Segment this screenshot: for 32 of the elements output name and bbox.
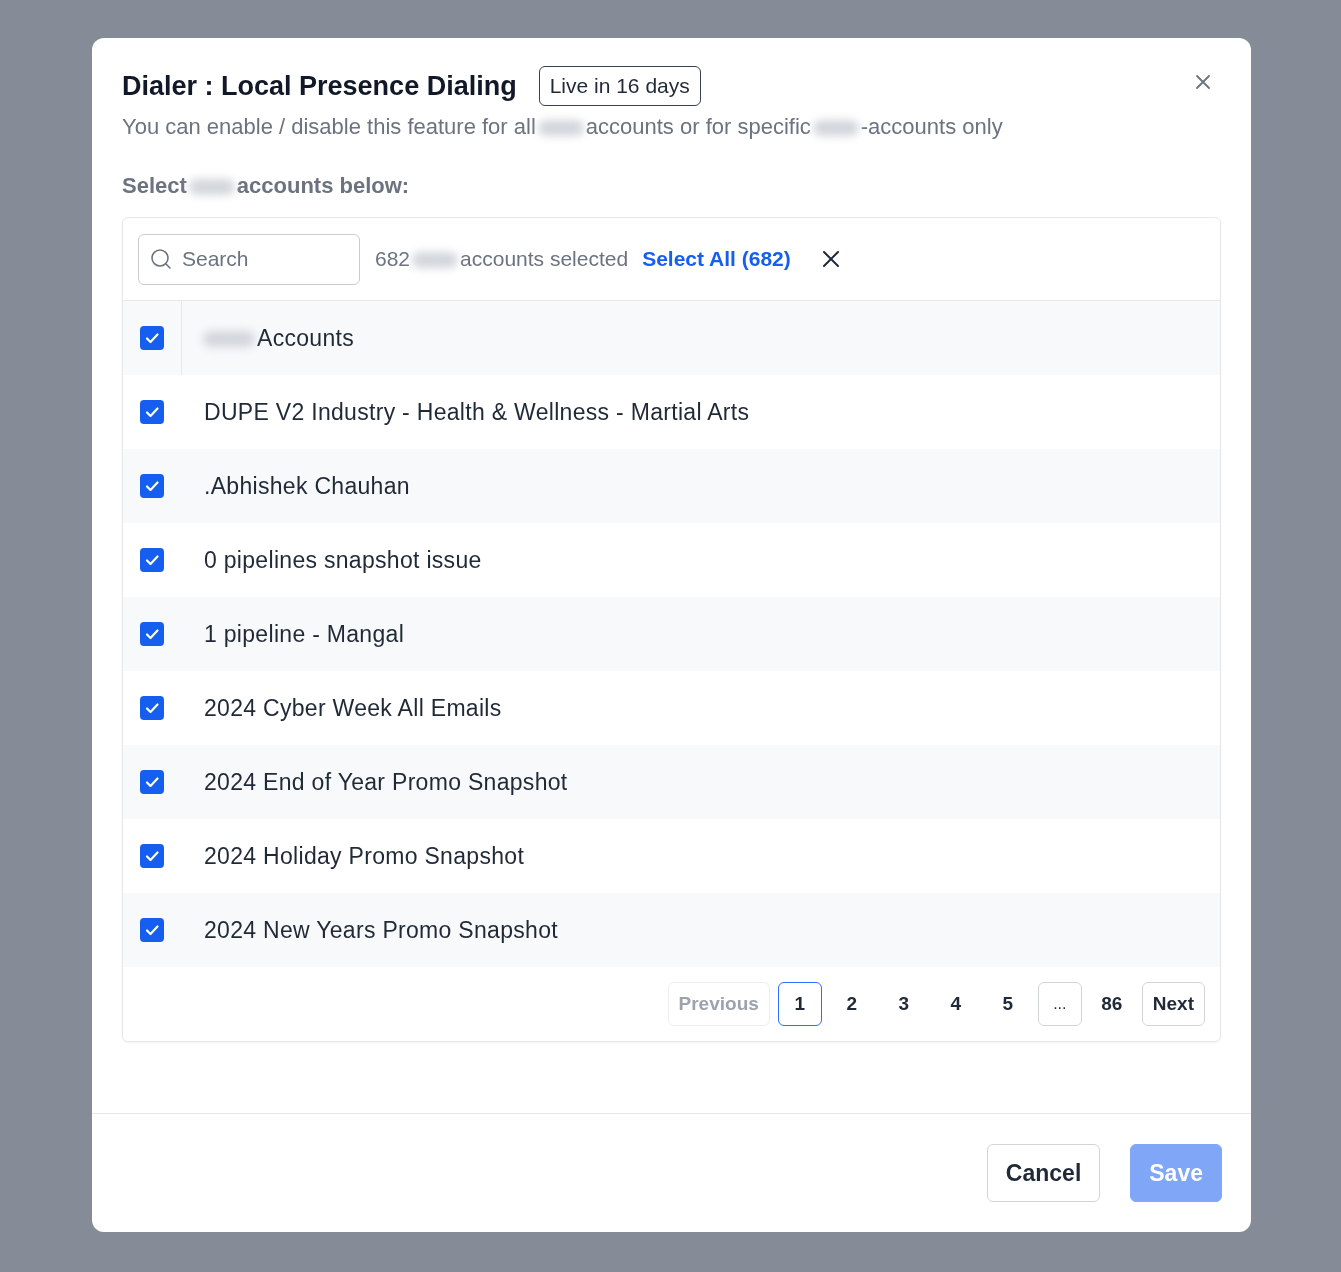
close-button[interactable] — [1193, 72, 1213, 92]
status-badge: Live in 16 days — [538, 66, 701, 106]
search-icon — [149, 246, 173, 271]
account-name: 1 pipeline - Mangal — [204, 620, 405, 648]
account-name: 0 pipelines snapshot issue — [204, 546, 482, 574]
checkbox[interactable] — [140, 918, 164, 942]
next-button[interactable]: Next — [1141, 982, 1205, 1026]
checkbox[interactable] — [140, 326, 164, 350]
clear-button[interactable] — [820, 249, 841, 269]
dialog-subtitle: You can enable / disable this feature for all accounts or for specific -accounts only — [122, 114, 1004, 140]
page-button[interactable]: 1 — [777, 982, 822, 1026]
account-name: 2024 Cyber Week All Emails — [204, 694, 502, 722]
column-header: Accounts — [203, 324, 354, 352]
account-name: .Abhishek Chauhan — [204, 472, 410, 500]
select-all-link[interactable]: Select All (682) — [642, 247, 791, 271]
dialog-title: Dialer : Local Presence Dialing — [122, 70, 517, 102]
account-name: DUPE V2 Industry - Health & Wellness - Martial Arts — [204, 398, 750, 426]
account-name: 2024 New Years Promo Snapshot — [204, 916, 558, 944]
checkbox[interactable] — [140, 474, 164, 498]
account-name: 2024 Holiday Promo Snapshot — [204, 842, 525, 870]
account-name: 2024 End of Year Promo Snapshot — [204, 768, 568, 796]
checkbox[interactable] — [140, 696, 164, 720]
cancel-button[interactable]: Cancel — [986, 1144, 1101, 1202]
section-label: Select accounts below: — [122, 173, 411, 199]
checkbox[interactable] — [140, 844, 164, 868]
checkbox[interactable] — [140, 622, 164, 646]
checkbox[interactable] — [140, 400, 164, 424]
search-field[interactable]: Search — [138, 233, 360, 285]
checkbox[interactable] — [140, 548, 164, 572]
checkbox[interactable] — [140, 770, 164, 794]
ellipsis-button[interactable]: ... — [1037, 982, 1082, 1026]
selected-count: 682 accounts selected — [375, 247, 629, 271]
